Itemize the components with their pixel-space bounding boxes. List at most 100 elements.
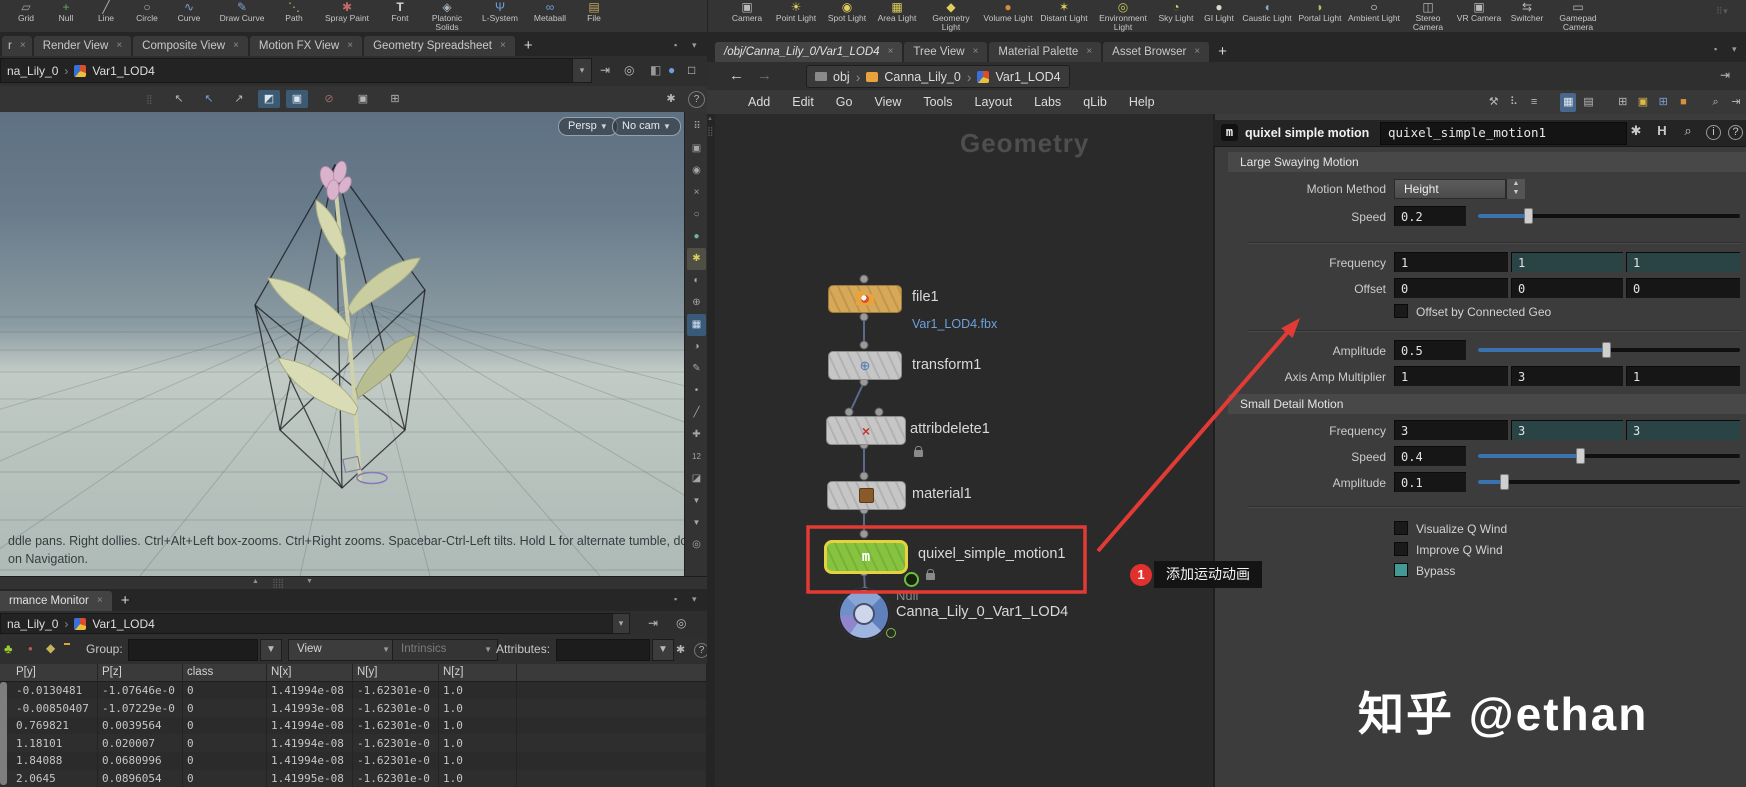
close-icon[interactable]: × <box>973 42 979 62</box>
new-tab-button[interactable]: + <box>1211 42 1234 62</box>
table-scrollbar[interactable] <box>0 682 7 785</box>
radial-icon[interactable]: ◎ <box>687 534 706 556</box>
shelf-tool-null[interactable]: + Null <box>46 0 86 32</box>
group-input[interactable] <box>128 639 258 661</box>
frequency-x-field[interactable]: 1 <box>1394 252 1508 272</box>
shelf-tool-camera[interactable]: ▣ Camera <box>724 0 770 32</box>
pane-square-icon[interactable]: ▪ <box>1714 44 1717 54</box>
help-icon[interactable]: ? <box>1728 125 1743 140</box>
point-display-icon[interactable]: • <box>687 380 706 402</box>
menu-help[interactable]: Help <box>1118 95 1166 109</box>
shelf-tool-switcher[interactable]: ⇆ Switcher <box>1504 0 1550 32</box>
offset-x-field[interactable]: 0 <box>1394 278 1508 298</box>
shelf-tool-environment-light[interactable]: ◎ Environment Light <box>1092 0 1154 32</box>
shelf-tool-gamepad-camera[interactable]: ▭ Gamepad Camera <box>1550 0 1606 32</box>
pin-icon[interactable]: ⇥ <box>600 63 610 77</box>
package-icon[interactable]: ■ <box>1675 93 1691 112</box>
shelf-tool-curve[interactable]: ∿ Curve <box>168 0 210 32</box>
col-header[interactable]: class <box>183 664 267 681</box>
menu-tools[interactable]: Tools <box>912 95 963 109</box>
shelf-tool-line[interactable]: ╱ Line <box>86 0 126 32</box>
shelf-tool-stereo-camera[interactable]: ◫ Stereo Camera <box>1402 0 1454 32</box>
expand-view-icon[interactable]: ⊞ <box>384 90 406 108</box>
shelf-tool-path[interactable]: ⋱ Path <box>274 0 314 32</box>
shelf-tool-ambient-light[interactable]: ○ Ambient Light <box>1346 0 1402 32</box>
pick-icon[interactable]: ✚ <box>687 424 706 446</box>
plant-filter-icon[interactable]: ♣ <box>4 641 13 656</box>
shelf-tool-caustic-light[interactable]: ◖ Caustic Light <box>1240 0 1294 32</box>
wrench-icon[interactable]: ⚒ <box>1486 93 1502 112</box>
node-null[interactable] <box>838 588 890 640</box>
shelf-tool-portal-light[interactable]: ◗ Portal Light <box>1294 0 1346 32</box>
menu-qlib[interactable]: qLib <box>1072 95 1118 109</box>
close-icon[interactable]: × <box>1194 42 1200 62</box>
pin-icon[interactable]: ⇥ <box>1728 93 1744 112</box>
attributes-input[interactable] <box>556 639 650 661</box>
viewport-3d[interactable]: Persp ▼ No cam ▼ ddle pans. Right dollie… <box>0 112 684 576</box>
snap-toggle-icon[interactable]: ◩ <box>258 90 280 108</box>
amplitude-slider-handle[interactable] <box>1602 342 1611 358</box>
table-row[interactable]: 1.18101 0.020007 0 1.41994e-08 -1.62301e-0 1.… <box>0 734 707 752</box>
crumb-obj[interactable]: obj <box>833 70 850 84</box>
col-header[interactable]: N[z] <box>439 664 517 681</box>
node-material1[interactable] <box>827 481 906 510</box>
splitter-handle-icon[interactable]: ⣿⣿ <box>272 578 284 589</box>
tab-render-view[interactable]: Render View × <box>33 36 132 56</box>
pane-square-icon[interactable]: ▪ <box>674 40 677 50</box>
tab-geometry-spreadsheet[interactable]: Geometry Spreadsheet × <box>364 36 515 56</box>
speed-slider-handle[interactable] <box>1524 208 1533 224</box>
menu-go[interactable]: Go <box>825 95 864 109</box>
node-transform1[interactable]: ⊕ <box>828 351 902 380</box>
tab-partial[interactable]: r × <box>2 36 32 56</box>
close-icon[interactable]: × <box>888 42 894 62</box>
clear-icon[interactable]: × <box>687 182 706 204</box>
help-icon[interactable]: ? <box>688 91 705 108</box>
menu-add[interactable]: Add <box>737 95 781 109</box>
search-icon[interactable]: ⌕ <box>1708 93 1724 112</box>
pin-icon[interactable]: ⇥ <box>648 616 658 630</box>
square-view-icon[interactable]: □ <box>688 63 695 77</box>
tree-structure-icon[interactable]: ⠧ <box>1506 93 1522 112</box>
pane-square-icon[interactable]: ▪ <box>674 594 677 604</box>
brush-icon[interactable]: ◪ <box>687 468 706 490</box>
table-row[interactable]: 0.769821 0.0039564 0 1.41994e-08 -1.62301e-0… <box>0 716 707 735</box>
caret2-icon[interactable]: ▼ <box>687 512 706 534</box>
new-view-icon[interactable]: ⊞ <box>1655 93 1671 112</box>
strip-handle-icon[interactable]: ⠿ <box>687 116 706 138</box>
spinner-icon[interactable]: ▲ ▼ <box>1506 179 1525 199</box>
shelf-tool-l-system[interactable]: Ψ L-System <box>474 0 526 32</box>
small-frequency-x-field[interactable]: 3 <box>1394 420 1508 440</box>
small-speed-field[interactable]: 0.4 <box>1394 446 1466 466</box>
persp-camera-pill[interactable]: Persp ▼ <box>558 117 618 136</box>
close-icon[interactable]: × <box>116 36 122 56</box>
frame-toggle-icon[interactable]: ▣ <box>286 90 308 108</box>
shelf-tool-circle[interactable]: ○ Circle <box>126 0 168 32</box>
shelf-tool-draw-curve[interactable]: ✎ Draw Curve <box>210 0 274 32</box>
offset-by-connected-geo-checkbox[interactable] <box>1394 304 1408 318</box>
frequency-z-field[interactable]: 1 <box>1626 252 1740 272</box>
info-icon[interactable]: i <box>1706 125 1721 140</box>
lighting-icon[interactable]: ✱ <box>687 248 706 270</box>
houdini-help-icon[interactable]: H <box>1652 123 1672 138</box>
table-row[interactable]: 1.84088 0.0680996 0 1.41994e-08 -1.62301e-0 1… <box>0 751 707 770</box>
section-small-detail-motion[interactable]: Small Detail Motion <box>1228 394 1746 414</box>
splitter-down-icon[interactable]: ▼ <box>306 578 313 585</box>
frequency-y-field[interactable]: 1 <box>1511 252 1623 272</box>
col-header[interactable]: N[x] <box>267 664 353 681</box>
point-mode-icon[interactable]: ● <box>28 644 33 653</box>
no-cam-pill[interactable]: No cam ▼ <box>612 117 681 136</box>
add-grid-icon[interactable]: ⊞ <box>1615 93 1631 112</box>
close-icon[interactable]: × <box>1086 42 1092 62</box>
material-shade-icon[interactable]: ◐ <box>687 270 706 292</box>
col-header[interactable]: P[z] <box>98 664 183 681</box>
shadow-icon[interactable]: ◑ <box>687 336 706 358</box>
amplitude-field[interactable]: 0.5 <box>1394 340 1466 360</box>
section-large-swaying-motion[interactable]: Large Swaying Motion <box>1228 152 1746 172</box>
shelf-tool-metaball[interactable]: ∞ Metaball <box>526 0 574 32</box>
toolbar-handle-icon[interactable]: ⣿ <box>146 94 153 105</box>
shelf-tool-point-light[interactable]: ☀ Point Light <box>770 0 822 32</box>
table-row[interactable]: -0.0130481 -1.07646e-0 0 1.41994e-08 -1.6230… <box>0 681 707 700</box>
tab-tree-view[interactable]: Tree View × <box>904 42 988 62</box>
node-attribdelete1[interactable]: × <box>826 416 906 445</box>
axis-amp-x-field[interactable]: 1 <box>1394 366 1508 386</box>
